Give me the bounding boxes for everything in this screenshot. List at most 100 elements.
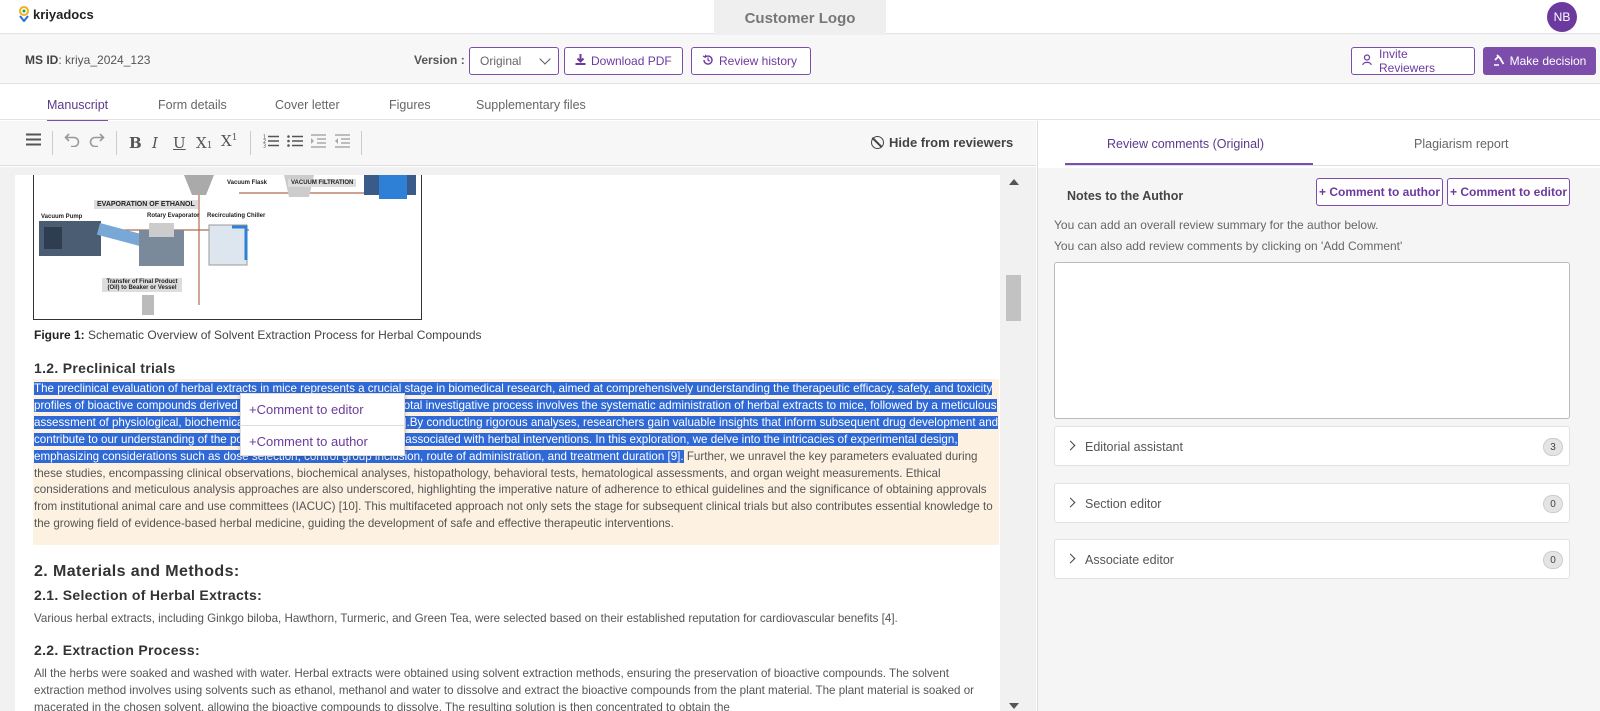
heading-materials-methods: 2. Materials and Methods:: [34, 563, 240, 580]
make-decision-button[interactable]: Make decision: [1483, 47, 1596, 75]
comment-to-author-button[interactable]: + Comment to author: [1316, 178, 1443, 206]
hide-from-reviewers-label: Hide from reviewers: [889, 135, 1014, 150]
invite-reviewers-label: Invite Reviewers: [1379, 47, 1436, 75]
italic-icon[interactable]: I: [152, 134, 158, 152]
figure-caption-label: Figure 1:: [34, 328, 85, 342]
chevron-right-icon: [1065, 497, 1076, 508]
tab-cover-letter[interactable]: Cover letter: [275, 98, 340, 120]
heading-extraction-process: 2.2. Extraction Process:: [34, 642, 200, 658]
chevron-right-icon: [1065, 553, 1076, 564]
chevron-right-icon: [1065, 440, 1076, 451]
paragraph-selection[interactable]: Various herbal extracts, including Ginkg…: [34, 612, 898, 625]
figure-label-transfer: Transfer of Final Product (Oil) to Beake…: [102, 278, 182, 292]
review-panel: Review comments (Original) Plagiarism re…: [1037, 121, 1600, 711]
user-plus-icon: [1362, 53, 1374, 69]
figure-label-vacuum-pump: Vacuum Pump: [41, 214, 83, 220]
subscript-icon[interactable]: X1: [196, 134, 212, 152]
figure-label-recirculating-chiller: Recirculating Chiller: [207, 213, 266, 219]
superscript-icon[interactable]: X1: [221, 132, 237, 150]
toolbar-divider: [361, 131, 362, 155]
toolbar-divider: [52, 131, 53, 155]
heading-preclinical-trials: 1.2. Preclinical trials: [34, 360, 176, 376]
paragraph-preclinical[interactable]: The preclinical evaluation of herbal ext…: [34, 381, 999, 533]
editor-area: EVAPORATION OF ETHANOL Vacuum Flask VACU…: [0, 167, 1036, 711]
brand-name: kriyadocs: [33, 6, 94, 22]
ordered-list-icon[interactable]: 123: [263, 134, 279, 152]
comment-popup: +Comment to editor +Comment to author: [240, 393, 405, 456]
hide-from-reviewers-button[interactable]: Hide from reviewers: [871, 135, 1013, 150]
paragraph-extraction[interactable]: All the herbs were soaked and washed wit…: [34, 666, 989, 711]
extraction-diagram: [39, 175, 416, 315]
tab-form-details[interactable]: Form details: [158, 98, 227, 120]
invite-reviewers-button[interactable]: Invite Reviewers: [1351, 47, 1475, 75]
brand-logo[interactable]: kriyadocs: [18, 6, 94, 23]
underline-icon[interactable]: U: [173, 134, 186, 152]
accordion-associate-editor[interactable]: Associate editor 0: [1054, 539, 1570, 579]
menu-icon[interactable]: [26, 132, 41, 150]
download-pdf-button[interactable]: Download PDF: [564, 47, 683, 75]
ms-id-value: : kriya_2024_123: [58, 53, 151, 67]
chevron-down-icon: [539, 53, 551, 65]
make-decision-label: Make decision: [1509, 54, 1587, 68]
review-history-button[interactable]: Review history: [691, 47, 811, 75]
accordion-label: Section editor: [1085, 497, 1162, 511]
active-tab-indicator: [1065, 163, 1313, 165]
history-icon: [702, 54, 714, 69]
comment-to-editor-button[interactable]: + Comment to editor: [1447, 178, 1570, 206]
review-history-label: Review history: [719, 54, 798, 68]
download-icon: [575, 54, 586, 68]
notes-to-author-title: Notes to the Author: [1067, 189, 1184, 203]
customer-logo: Customer Logo: [714, 0, 886, 36]
version-label: Version :: [414, 53, 465, 67]
toolbar-divider: [250, 131, 251, 155]
accordion-editorial-assistant[interactable]: Editorial assistant 3: [1054, 426, 1570, 466]
top-bar: kriyadocs Customer Logo NB: [0, 0, 1600, 36]
comment-to-author-option[interactable]: +Comment to author: [241, 425, 404, 456]
manuscript-bar: MS ID: kriya_2024_123 Version : Original…: [0, 35, 1600, 84]
tab-review-comments[interactable]: Review comments (Original): [1107, 137, 1264, 151]
accordion-section-editor[interactable]: Section editor 0: [1054, 483, 1570, 523]
version-select[interactable]: Original: [469, 47, 559, 75]
editor-scrollbar[interactable]: [1004, 175, 1023, 711]
tab-supplementary-files[interactable]: Supplementary files: [476, 98, 586, 120]
figure-label-vacuum-filtration: VACUUM FILTRATION: [288, 179, 357, 187]
editor-toolbar: B I U X1 X1 123 Hide from reviewers: [0, 121, 1036, 166]
heading-selection-extracts: 2.1. Selection of Herbal Extracts:: [34, 587, 263, 603]
download-pdf-label: Download PDF: [591, 54, 672, 68]
figure-caption-text: Schematic Overview of Solvent Extraction…: [84, 328, 482, 342]
tab-manuscript[interactable]: Manuscript: [47, 98, 109, 122]
bullet-list-icon[interactable]: [287, 134, 303, 152]
tab-figures[interactable]: Figures: [389, 98, 431, 120]
ban-icon: [871, 136, 884, 149]
scroll-thumb[interactable]: [1006, 275, 1021, 321]
ms-id-label: MS ID: [25, 53, 59, 67]
figure-caption: Figure 1: Schematic Overview of Solvent …: [34, 328, 482, 342]
figure-label-vacuum-flask: Vacuum Flask: [227, 180, 268, 186]
kriyadocs-logo-icon: [18, 6, 30, 23]
count-badge: 3: [1543, 438, 1563, 456]
summary-hint: You can add an overall review summary fo…: [1054, 218, 1379, 232]
tab-plagiarism-report[interactable]: Plagiarism report: [1414, 137, 1508, 151]
undo-icon[interactable]: [64, 131, 80, 151]
redo-icon[interactable]: [89, 131, 105, 151]
count-badge: 0: [1543, 495, 1563, 513]
scroll-down-icon[interactable]: [1009, 703, 1019, 709]
toolbar-divider: [116, 131, 117, 155]
figure-label-evaporation: EVAPORATION OF ETHANOL: [94, 200, 198, 209]
indent-icon[interactable]: [311, 134, 326, 152]
manuscript-tabs: Manuscript Form details Cover letter Fig…: [0, 85, 1600, 122]
outdent-icon[interactable]: [335, 134, 350, 152]
scroll-up-icon[interactable]: [1009, 179, 1019, 185]
svg-text:3: 3: [263, 144, 266, 149]
version-selected: Original: [480, 54, 522, 68]
accordion-label: Associate editor: [1085, 553, 1174, 567]
comment-to-editor-option[interactable]: +Comment to editor: [241, 394, 404, 425]
comment-hint: You can also add review comments by clic…: [1054, 239, 1403, 253]
bold-icon[interactable]: B: [129, 134, 142, 152]
avatar[interactable]: NB: [1547, 2, 1577, 32]
figure-1-image[interactable]: EVAPORATION OF ETHANOL Vacuum Flask VACU…: [33, 175, 422, 320]
manuscript-document[interactable]: EVAPORATION OF ETHANOL Vacuum Flask VACU…: [15, 175, 1000, 711]
review-summary-textarea[interactable]: [1054, 262, 1570, 419]
review-tabs: Review comments (Original) Plagiarism re…: [1065, 121, 1600, 166]
ms-id: MS ID: kriya_2024_123: [25, 53, 150, 67]
